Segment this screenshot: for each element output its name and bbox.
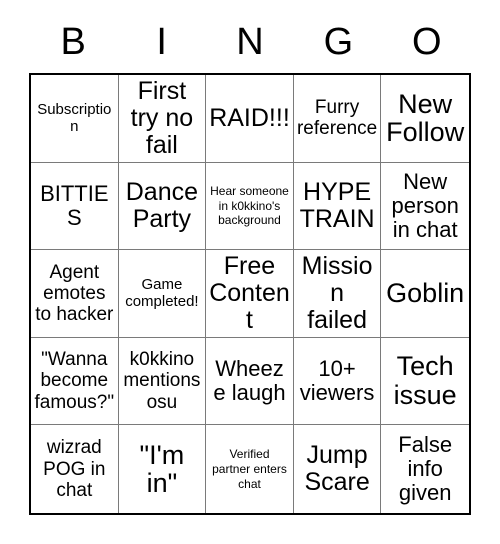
bingo-cell[interactable]: Tech issue <box>381 337 469 426</box>
bingo-cell[interactable]: Goblin <box>381 250 469 338</box>
bingo-cell[interactable]: "Wanna become famous?" <box>31 337 119 426</box>
bingo-grid: Subscription First try no fail RAID!!! Furr… <box>29 73 471 515</box>
bingo-cell-label: Free Content <box>209 252 290 334</box>
bingo-cell[interactable]: First try no fail <box>118 75 207 163</box>
bingo-cell-label: False info given <box>398 431 453 506</box>
bingo-cell[interactable]: Furry reference <box>293 75 382 163</box>
bingo-cell-label: k0kkino mentions osu <box>123 349 201 413</box>
bingo-cell[interactable]: Subscription <box>31 75 119 163</box>
bingo-cell-label: Subscription <box>37 100 112 136</box>
bingo-cell[interactable]: Mission failed <box>293 250 382 338</box>
bingo-card: B I N G O Subscription First try no fail R… <box>0 0 500 544</box>
bingo-cell[interactable]: wizrad POG in chat <box>31 425 119 513</box>
bingo-cell-label: Wheeze laugh <box>213 355 286 406</box>
bingo-cell-label: "Wanna become famous?" <box>34 349 115 413</box>
bingo-header-letter-i: I <box>156 21 167 63</box>
bingo-header: B I N G O <box>29 14 471 70</box>
bingo-cell[interactable]: New Follow <box>381 75 469 163</box>
bingo-cell-label: Jump Scare <box>304 441 370 497</box>
bingo-cell-label: Agent emotes to hacker <box>35 261 114 326</box>
bingo-cell[interactable]: RAID!!! <box>206 75 294 163</box>
bingo-header-letter-g: G <box>323 21 354 63</box>
bingo-cell-label: New person in chat <box>391 168 459 242</box>
bingo-cell-label: Mission failed <box>301 252 373 334</box>
bingo-cell[interactable]: False info given <box>381 425 469 513</box>
bingo-header-letter-o: O <box>412 21 442 63</box>
bingo-cell[interactable]: 10+ viewers <box>293 337 382 426</box>
bingo-cell[interactable]: New person in chat <box>381 162 469 251</box>
bingo-cell[interactable]: Agent emotes to hacker <box>31 250 119 338</box>
bingo-header-letter-n: N <box>236 21 264 63</box>
bingo-cell-label: New Follow <box>386 88 465 148</box>
bingo-header-letter-b: B <box>60 21 86 63</box>
bingo-cell-label: BITTIES <box>40 180 109 230</box>
bingo-cell[interactable]: Wheeze laugh <box>206 337 294 426</box>
bingo-cell-label: 10+ viewers <box>299 355 375 406</box>
bingo-cell[interactable]: BITTIES <box>31 162 119 251</box>
bingo-cell[interactable]: "I'm in" <box>118 425 207 513</box>
bingo-cell-label: wizrad POG in chat <box>43 437 106 501</box>
bingo-cell-label: Hear someone in k0kkino's background <box>210 183 289 228</box>
bingo-cell-label: Tech issue <box>393 351 457 411</box>
bingo-cell[interactable]: Verified partner enters chat <box>206 425 294 513</box>
bingo-cell-label: Verified partner enters chat <box>212 447 287 491</box>
bingo-cell[interactable]: k0kkino mentions osu <box>118 337 207 426</box>
bingo-cell[interactable]: Game completed! <box>118 250 207 338</box>
bingo-cell[interactable]: Dance Party <box>118 162 207 251</box>
bingo-cell[interactable]: Hear someone in k0kkino's background <box>206 162 294 251</box>
bingo-cell-label: Goblin <box>386 278 465 309</box>
bingo-cell[interactable]: HYPE TRAIN <box>293 162 382 251</box>
bingo-cell-label: Game completed! <box>125 276 199 311</box>
bingo-cell-label: First try no fail <box>130 77 194 159</box>
bingo-cell[interactable]: Jump Scare <box>293 425 382 513</box>
bingo-cell[interactable]: Free Content <box>206 250 294 338</box>
bingo-cell-label: RAID!!! <box>209 103 290 132</box>
bingo-cell-label: HYPE TRAIN <box>299 178 375 233</box>
bingo-cell-label: Dance Party <box>125 178 199 233</box>
bingo-cell-label: Furry reference <box>296 97 378 140</box>
bingo-cell-label: "I'm in" <box>139 439 185 499</box>
